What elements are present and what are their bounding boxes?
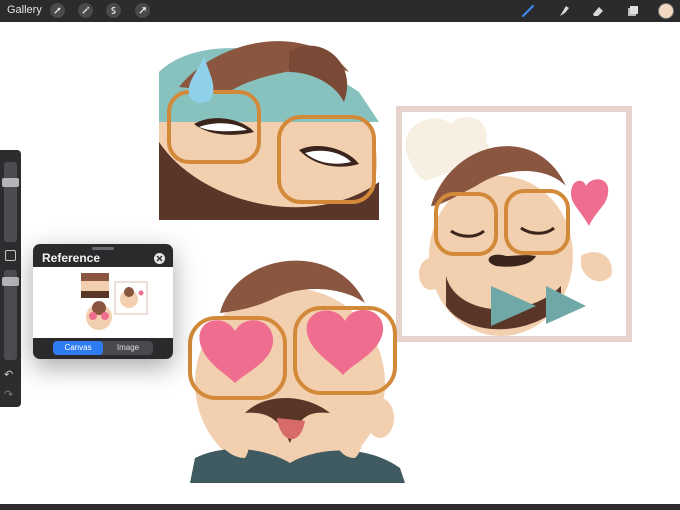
reference-source-toggle[interactable]: Canvas Image [53,341,153,355]
opacity-handle[interactable] [2,277,19,286]
magic-wand-icon[interactable] [78,3,93,18]
reference-panel-title: Reference [42,251,101,265]
brush-size-slider[interactable] [4,162,17,242]
reference-preview [33,267,173,338]
brush-size-handle[interactable] [2,178,19,187]
gallery-button[interactable]: Gallery [7,4,42,16]
layers-icon[interactable] [625,3,641,19]
sticker-chef-kiss [396,106,632,342]
smudge-icon[interactable] [556,3,572,19]
left-sidebar: ↶ ↷ [0,150,21,407]
eraser-icon[interactable] [590,3,606,19]
top-toolbar: Gallery [0,0,680,22]
modify-square-icon[interactable] [5,250,16,261]
reference-thumbnail [81,273,148,330]
close-icon[interactable] [154,253,165,264]
bottom-bar [0,504,680,510]
panel-drag-handle[interactable] [92,247,114,250]
tab-canvas[interactable]: Canvas [53,341,103,355]
undo-icon[interactable]: ↶ [4,368,13,381]
color-swatch[interactable] [658,3,674,19]
selection-icon[interactable] [106,3,121,18]
sticker-sweating-face [159,41,379,220]
reference-panel[interactable]: Reference Canvas Image [33,244,173,359]
tab-image[interactable]: Image [103,341,153,355]
brush-icon[interactable] [520,3,536,19]
transform-icon[interactable] [135,3,150,18]
sticker-heart-eyes [188,260,405,483]
wrench-icon[interactable] [50,3,65,18]
redo-icon[interactable]: ↷ [4,388,13,401]
